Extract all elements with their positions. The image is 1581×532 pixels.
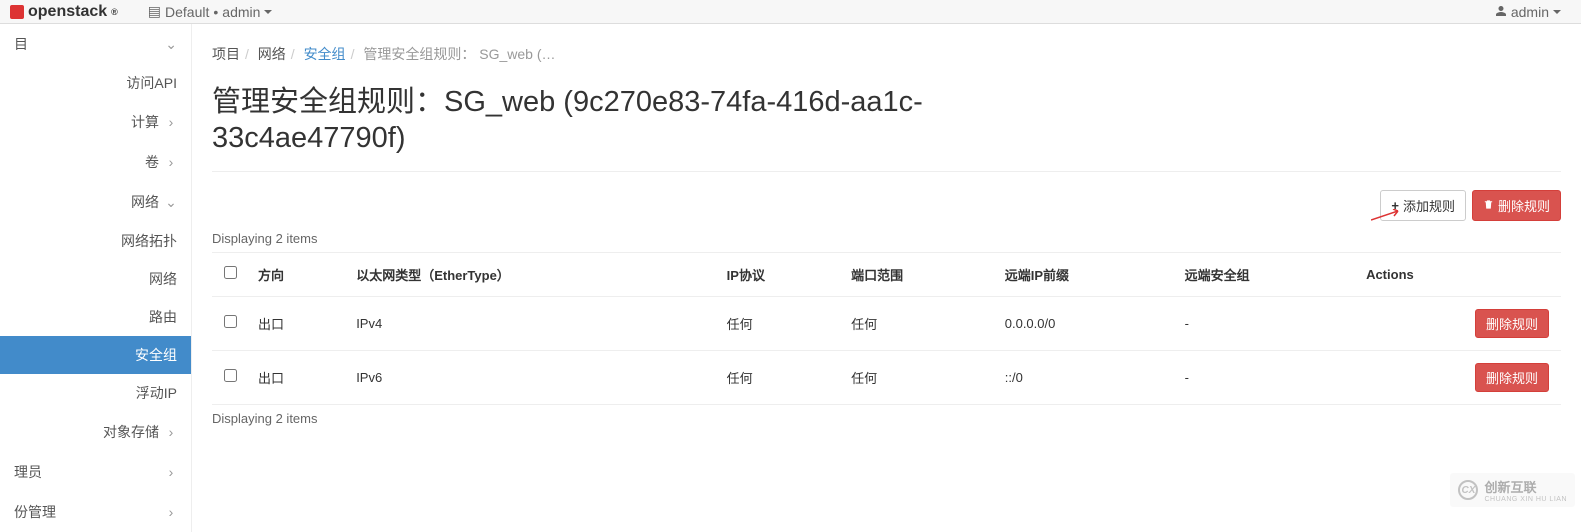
cell-port-range: 任何: [841, 350, 995, 404]
cell-direction: 出口: [248, 296, 346, 350]
chevron-right-icon: ›: [165, 114, 177, 130]
chevron-right-icon: ›: [165, 154, 177, 170]
sidebar-item-api[interactable]: 访问API: [0, 64, 191, 102]
col-port-range[interactable]: 端口范围: [841, 252, 995, 296]
sidebar-item-network[interactable]: 网络⌄: [0, 182, 191, 222]
rules-table: 方向 以太网类型（EtherType） IP协议 端口范围 远端IP前缀 远端安…: [212, 252, 1561, 405]
context-domain: Default: [165, 4, 209, 20]
sidebar-item-compute[interactable]: 计算›: [0, 102, 191, 142]
sidebar-item-project[interactable]: 目 ⌄: [0, 24, 191, 64]
chevron-right-icon: ›: [165, 464, 177, 480]
breadcrumb-l1[interactable]: 项目: [212, 46, 240, 62]
col-ethertype[interactable]: 以太网类型（EtherType）: [346, 252, 716, 296]
chevron-right-icon: ›: [165, 504, 177, 520]
breadcrumb-l3[interactable]: 安全组: [304, 46, 346, 62]
breadcrumb: 项目/ 网络/ 安全组/ 管理安全组规则： SG_web (…: [212, 34, 1561, 74]
col-actions: Actions: [1356, 252, 1561, 296]
cell-remote-sg: -: [1175, 296, 1356, 350]
col-remote-sg[interactable]: 远端安全组: [1175, 252, 1356, 296]
item-count-bottom: Displaying 2 items: [212, 411, 1561, 426]
watermark: CX 创新互联 CHUANG XIN HU LIAN: [1450, 473, 1575, 507]
row-delete-button[interactable]: 删除规则: [1475, 309, 1549, 338]
cell-remote-ip: ::/0: [995, 350, 1175, 404]
breadcrumb-l2[interactable]: 网络: [258, 46, 286, 62]
topbar: openstack ® ▤ Default • admin admin: [0, 0, 1581, 24]
cell-remote-ip: 0.0.0.0/0: [995, 296, 1175, 350]
cell-ethertype: IPv6: [346, 350, 716, 404]
sidebar-item-admin[interactable]: 理员›: [0, 452, 191, 492]
chevron-right-icon: ›: [165, 424, 177, 440]
cell-port-range: 任何: [841, 296, 995, 350]
watermark-text: 创新互联: [1484, 477, 1567, 496]
row-delete-button[interactable]: 删除规则: [1475, 363, 1549, 392]
registered-icon: ®: [111, 7, 118, 17]
sidebar: 目 ⌄ 访问API 计算› 卷› 网络⌄ 网络拓扑 网络 路由 安全组 浮动IP…: [0, 24, 192, 532]
context-project: admin: [222, 4, 260, 20]
caret-down-icon: [264, 10, 272, 14]
user-icon: [1495, 4, 1507, 20]
table-row: 出口 IPv4 任何 任何 0.0.0.0/0 - 删除规则: [212, 296, 1561, 350]
openstack-logo-icon: [10, 5, 24, 19]
item-count-top: Displaying 2 items: [212, 231, 1561, 246]
table-header-row: 方向 以太网类型（EtherType） IP协议 端口范围 远端IP前缀 远端安…: [212, 252, 1561, 296]
trash-icon: [1483, 198, 1494, 213]
sidebar-item-routers[interactable]: 路由: [0, 298, 191, 336]
chevron-down-icon: ⌄: [165, 36, 177, 53]
sidebar-item-volumes[interactable]: 卷›: [0, 142, 191, 182]
table-row: 出口 IPv6 任何 任何 ::/0 - 删除规则: [212, 350, 1561, 404]
col-direction[interactable]: 方向: [248, 252, 346, 296]
sidebar-item-object-storage[interactable]: 对象存储›: [0, 412, 191, 452]
watermark-logo-icon: CX: [1458, 480, 1478, 500]
cell-protocol: 任何: [717, 296, 841, 350]
brand[interactable]: openstack ®: [10, 3, 118, 21]
page-title: 管理安全组规则：SG_web (9c270e83-74fa-416d-aa1c-…: [212, 84, 1561, 172]
chevron-down-icon: ⌄: [165, 194, 177, 211]
row-checkbox[interactable]: [224, 315, 237, 328]
sidebar-item-topology[interactable]: 网络拓扑: [0, 222, 191, 260]
add-rule-button[interactable]: + 添加规则: [1380, 190, 1466, 221]
breadcrumb-l4: 管理安全组规则： SG_web (…: [363, 46, 555, 62]
caret-down-icon: [1553, 10, 1561, 14]
context-switcher[interactable]: ▤ Default • admin: [148, 3, 273, 20]
sidebar-item-security-groups[interactable]: 安全组: [0, 336, 191, 374]
row-checkbox[interactable]: [224, 369, 237, 382]
col-protocol[interactable]: IP协议: [717, 252, 841, 296]
cell-remote-sg: -: [1175, 350, 1356, 404]
watermark-sub: CHUANG XIN HU LIAN: [1484, 496, 1567, 503]
book-icon: ▤: [148, 3, 161, 20]
sidebar-item-identity[interactable]: 份管理›: [0, 492, 191, 532]
actions-bar: + 添加规则 删除规则: [212, 190, 1561, 221]
main-content: 项目/ 网络/ 安全组/ 管理安全组规则： SG_web (… 管理安全组规则：…: [192, 24, 1581, 532]
user-name: admin: [1511, 4, 1549, 20]
brand-text: openstack: [28, 3, 107, 21]
dot-separator: •: [213, 4, 218, 20]
cell-direction: 出口: [248, 350, 346, 404]
user-menu[interactable]: admin: [1495, 4, 1571, 20]
cell-ethertype: IPv4: [346, 296, 716, 350]
select-all-checkbox[interactable]: [224, 266, 237, 279]
sidebar-item-floating-ip[interactable]: 浮动IP: [0, 374, 191, 412]
delete-rule-button[interactable]: 删除规则: [1472, 190, 1561, 221]
plus-icon: +: [1391, 198, 1399, 213]
col-remote-ip[interactable]: 远端IP前缀: [995, 252, 1175, 296]
cell-protocol: 任何: [717, 350, 841, 404]
sidebar-item-networks[interactable]: 网络: [0, 260, 191, 298]
